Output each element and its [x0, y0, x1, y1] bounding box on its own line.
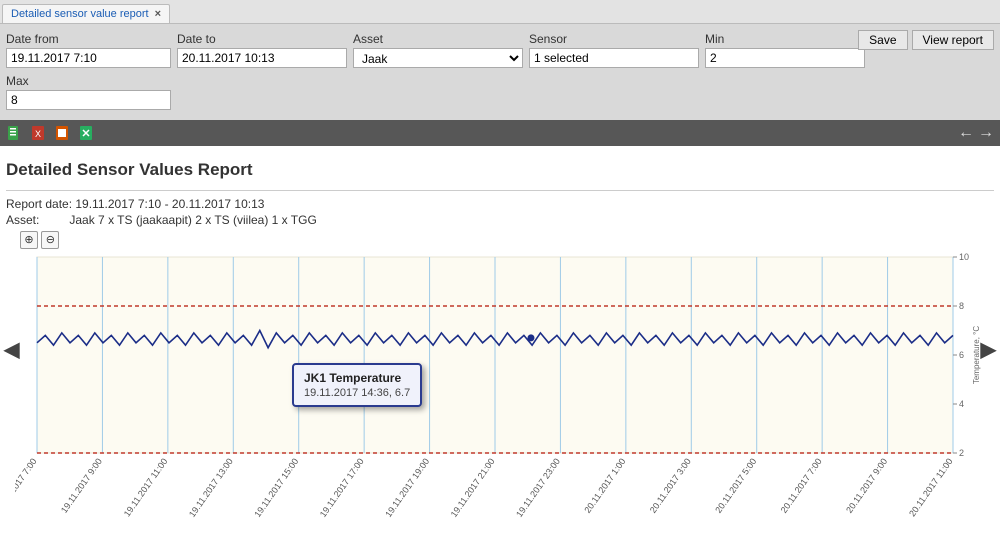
asset-line-value: Jaak 7 x TS (jaakaapit) 2 x TS (viilea) …: [69, 213, 316, 227]
max-label: Max: [6, 74, 171, 88]
asset-line: Asset: Jaak 7 x TS (jaakaapit) 2 x TS (v…: [6, 213, 994, 227]
svg-text:20.11.2017 1:00: 20.11.2017 1:00: [582, 456, 627, 514]
svg-text:19.11.2017 9:00: 19.11.2017 9:00: [59, 456, 104, 514]
svg-text:19.11.2017 15:00: 19.11.2017 15:00: [252, 456, 300, 519]
asset-line-label: Asset:: [6, 213, 39, 227]
asset-select[interactable]: Jaak: [353, 48, 523, 68]
export-excel-icon[interactable]: X: [30, 125, 46, 141]
report-content: Detailed Sensor Values Report Report dat…: [0, 146, 1000, 523]
tab-detailed-sensor-report[interactable]: Detailed sensor value report ×: [2, 4, 170, 23]
close-icon[interactable]: ×: [155, 8, 161, 20]
svg-text:20.11.2017 11:00: 20.11.2017 11:00: [907, 456, 955, 518]
min-label: Min: [705, 32, 865, 46]
zoom-in-button[interactable]: ⊕: [20, 231, 38, 249]
chart-prev-icon[interactable]: ◀: [4, 337, 19, 362]
svg-text:20.11.2017 9:00: 20.11.2017 9:00: [844, 456, 889, 514]
view-report-button[interactable]: View report: [912, 30, 994, 50]
date-to-label: Date to: [177, 32, 347, 46]
date-to-input[interactable]: [177, 48, 347, 68]
svg-text:19.11.2017 11:00: 19.11.2017 11:00: [122, 456, 170, 518]
svg-text:19.11.2017 19:00: 19.11.2017 19:00: [383, 456, 431, 519]
svg-text:2: 2: [959, 448, 964, 458]
tab-bar: Detailed sensor value report ×: [0, 0, 1000, 24]
asset-label: Asset: [353, 32, 523, 46]
svg-text:19.11.2017 17:00: 19.11.2017 17:00: [318, 456, 366, 519]
report-toolbar: X ← →: [0, 120, 1000, 146]
sensor-input[interactable]: [529, 48, 699, 68]
toolbar-prev-icon[interactable]: ←: [958, 124, 974, 142]
export-csv-icon[interactable]: [78, 125, 94, 141]
sensor-label: Sensor: [529, 32, 699, 46]
export-file-icon[interactable]: [6, 125, 22, 141]
report-date-line: Report date: 19.11.2017 7:10 - 20.11.201…: [6, 197, 994, 211]
chart-tooltip: JK1 Temperature 19.11.2017 14:36, 6.7: [292, 363, 422, 407]
toolbar-next-icon[interactable]: →: [978, 124, 994, 142]
filter-panel: Date from Date to Asset Jaak Sensor Min …: [0, 24, 1000, 120]
tooltip-title: JK1 Temperature: [304, 371, 410, 385]
tab-label: Detailed sensor value report: [11, 8, 149, 20]
date-from-input[interactable]: [6, 48, 171, 68]
page-title: Detailed Sensor Values Report: [6, 160, 994, 180]
svg-text:8: 8: [959, 301, 964, 311]
svg-text:20.11.2017 3:00: 20.11.2017 3:00: [648, 456, 693, 514]
max-input[interactable]: [6, 90, 171, 110]
sensor-line-chart: 246810Temperature, °C19.11.2017 7:0019.1…: [15, 253, 985, 523]
svg-text:6: 6: [959, 350, 964, 360]
svg-text:10: 10: [959, 253, 969, 262]
min-input[interactable]: [705, 48, 865, 68]
save-button[interactable]: Save: [858, 30, 907, 50]
svg-text:19.11.2017 7:00: 19.11.2017 7:00: [15, 456, 39, 514]
chart-next-icon[interactable]: ▶: [981, 337, 996, 362]
svg-text:20.11.2017 7:00: 20.11.2017 7:00: [779, 456, 824, 514]
svg-text:X: X: [35, 129, 41, 139]
svg-text:4: 4: [959, 399, 964, 409]
zoom-out-button[interactable]: ⊖: [41, 231, 59, 249]
svg-text:19.11.2017 23:00: 19.11.2017 23:00: [514, 456, 562, 519]
svg-text:20.11.2017 5:00: 20.11.2017 5:00: [713, 456, 758, 514]
svg-text:19.11.2017 21:00: 19.11.2017 21:00: [449, 456, 497, 519]
export-pdf-icon[interactable]: [54, 125, 70, 141]
date-from-label: Date from: [6, 32, 171, 46]
tooltip-value: 19.11.2017 14:36, 6.7: [304, 387, 410, 399]
svg-text:19.11.2017 13:00: 19.11.2017 13:00: [187, 456, 235, 519]
chart-container: ◀ ▶ 246810Temperature, °C19.11.2017 7:00…: [6, 253, 994, 523]
